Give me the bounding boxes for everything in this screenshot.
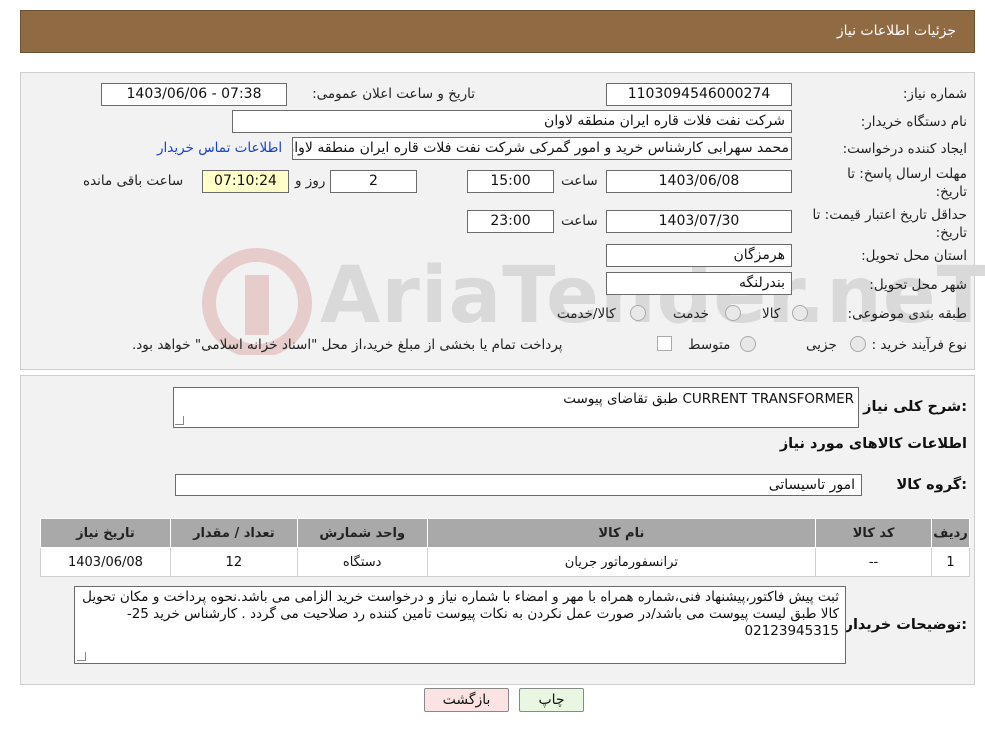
province-field: هرمزگان (606, 244, 792, 267)
buyer-notes-textarea[interactable]: ثبت پیش فاکتور،پیشنهاد فنی،شماره همراه ب… (74, 586, 846, 664)
validity-time-label: ساعت (561, 213, 598, 229)
category-option-goods-service: کالا/خدمت (557, 306, 616, 322)
page-header: جزئیات اطلاعات نیاز (20, 10, 975, 53)
process-radio-medium[interactable] (740, 336, 756, 352)
notes-resize-handle-icon[interactable] (77, 652, 86, 661)
cell-item-code: -- (815, 547, 932, 577)
resize-handle-icon[interactable] (175, 416, 184, 425)
remaining-label: ساعت باقی مانده (83, 173, 184, 189)
goods-group-label: گروه کالا: (896, 477, 967, 493)
cell-row-number: 1 (930, 547, 971, 577)
cell-item-name: ترانسفورماتور جریان (426, 547, 817, 577)
col-row-number: ردیف (930, 518, 971, 548)
price-validity-label-date: تاریخ: (935, 225, 967, 241)
category-option-goods: کالا (762, 306, 781, 322)
col-item-code: کد کالا (815, 518, 932, 548)
province-label: استان محل تحویل: (861, 248, 967, 264)
validity-time-field: 23:00 (467, 210, 554, 233)
category-option-service: خدمت (673, 306, 709, 322)
remaining-time-field: 07:10:24 (202, 170, 289, 193)
process-label: نوع فرآیند خرید : (871, 337, 967, 353)
buyer-notes-label: توضیحات خریدار: (844, 617, 967, 633)
back-button[interactable]: بازگشت (424, 688, 509, 712)
goods-section-title: اطلاعات کالاهای مورد نیاز (779, 436, 967, 452)
requester-field: محمد سهرابی کارشناس خرید و امور گمرکی شر… (292, 137, 792, 160)
description-textarea[interactable]: CURRENT TRANSFORMER طبق تقاضای پیوست (173, 387, 859, 428)
print-button[interactable]: چاپ (519, 688, 584, 712)
process-option-small: جزیی (806, 337, 837, 353)
process-radio-small[interactable] (850, 336, 866, 352)
city-label: شهر محل تحویل: (869, 277, 967, 293)
need-number-label: شماره نیاز: (902, 86, 967, 102)
contact-info-link[interactable]: اطلاعات تماس خریدار (157, 140, 282, 156)
payment-note: پرداخت تمام یا بخشی از مبلغ خرید،از محل … (132, 337, 563, 353)
category-label: طبقه بندی موضوعی: (847, 306, 967, 322)
days-label: روز و (295, 173, 326, 189)
col-item-name: نام کالا (426, 518, 817, 548)
goods-group-field: امور تاسیساتی (175, 474, 862, 496)
category-radio-goods-service[interactable] (630, 305, 646, 321)
buyer-org-field: شرکت نفت فلات قاره ایران منطقه لاوان (232, 110, 792, 133)
validity-date-field: 1403/07/30 (606, 210, 792, 233)
cell-quantity: 12 (169, 547, 298, 577)
announce-field: 1403/06/06 - 07:38 (101, 83, 287, 106)
col-unit: واحد شمارش (296, 518, 428, 548)
need-number-field: 1103094546000274 (606, 83, 792, 106)
buyer-org-label: نام دستگاه خریدار: (860, 114, 967, 130)
announce-label: تاریخ و ساعت اعلان عمومی: (312, 86, 475, 102)
requester-label: ایجاد کننده درخواست: (842, 141, 967, 157)
reply-deadline-label-date: تاریخ: (935, 184, 967, 200)
reply-time-label: ساعت (561, 173, 598, 189)
reply-date-field: 1403/06/08 (606, 170, 792, 193)
payment-checkbox[interactable] (657, 336, 672, 351)
reply-time-field: 15:00 (467, 170, 554, 193)
page-title: جزئیات اطلاعات نیاز (836, 23, 956, 39)
cell-need-date: 1403/06/08 (40, 547, 171, 577)
city-field: بندرلنگه (606, 272, 792, 295)
col-need-date: تاریخ نیاز (40, 518, 171, 548)
cell-unit: دستگاه (296, 547, 428, 577)
table-row: 1403/06/08 12 دستگاه ترانسفورماتور جریان… (40, 547, 971, 577)
description-label: شرح کلی نیاز: (863, 399, 967, 415)
process-option-medium: متوسط (688, 337, 731, 353)
price-validity-label: حداقل تاریخ اعتبار قیمت: تا (812, 207, 967, 223)
reply-deadline-label: مهلت ارسال پاسخ: تا (847, 166, 967, 182)
col-quantity: تعداد / مقدار (169, 518, 298, 548)
goods-table: تاریخ نیاز تعداد / مقدار واحد شمارش نام … (40, 518, 971, 577)
category-radio-goods[interactable] (792, 305, 808, 321)
days-field: 2 (330, 170, 417, 193)
category-radio-service[interactable] (725, 305, 741, 321)
